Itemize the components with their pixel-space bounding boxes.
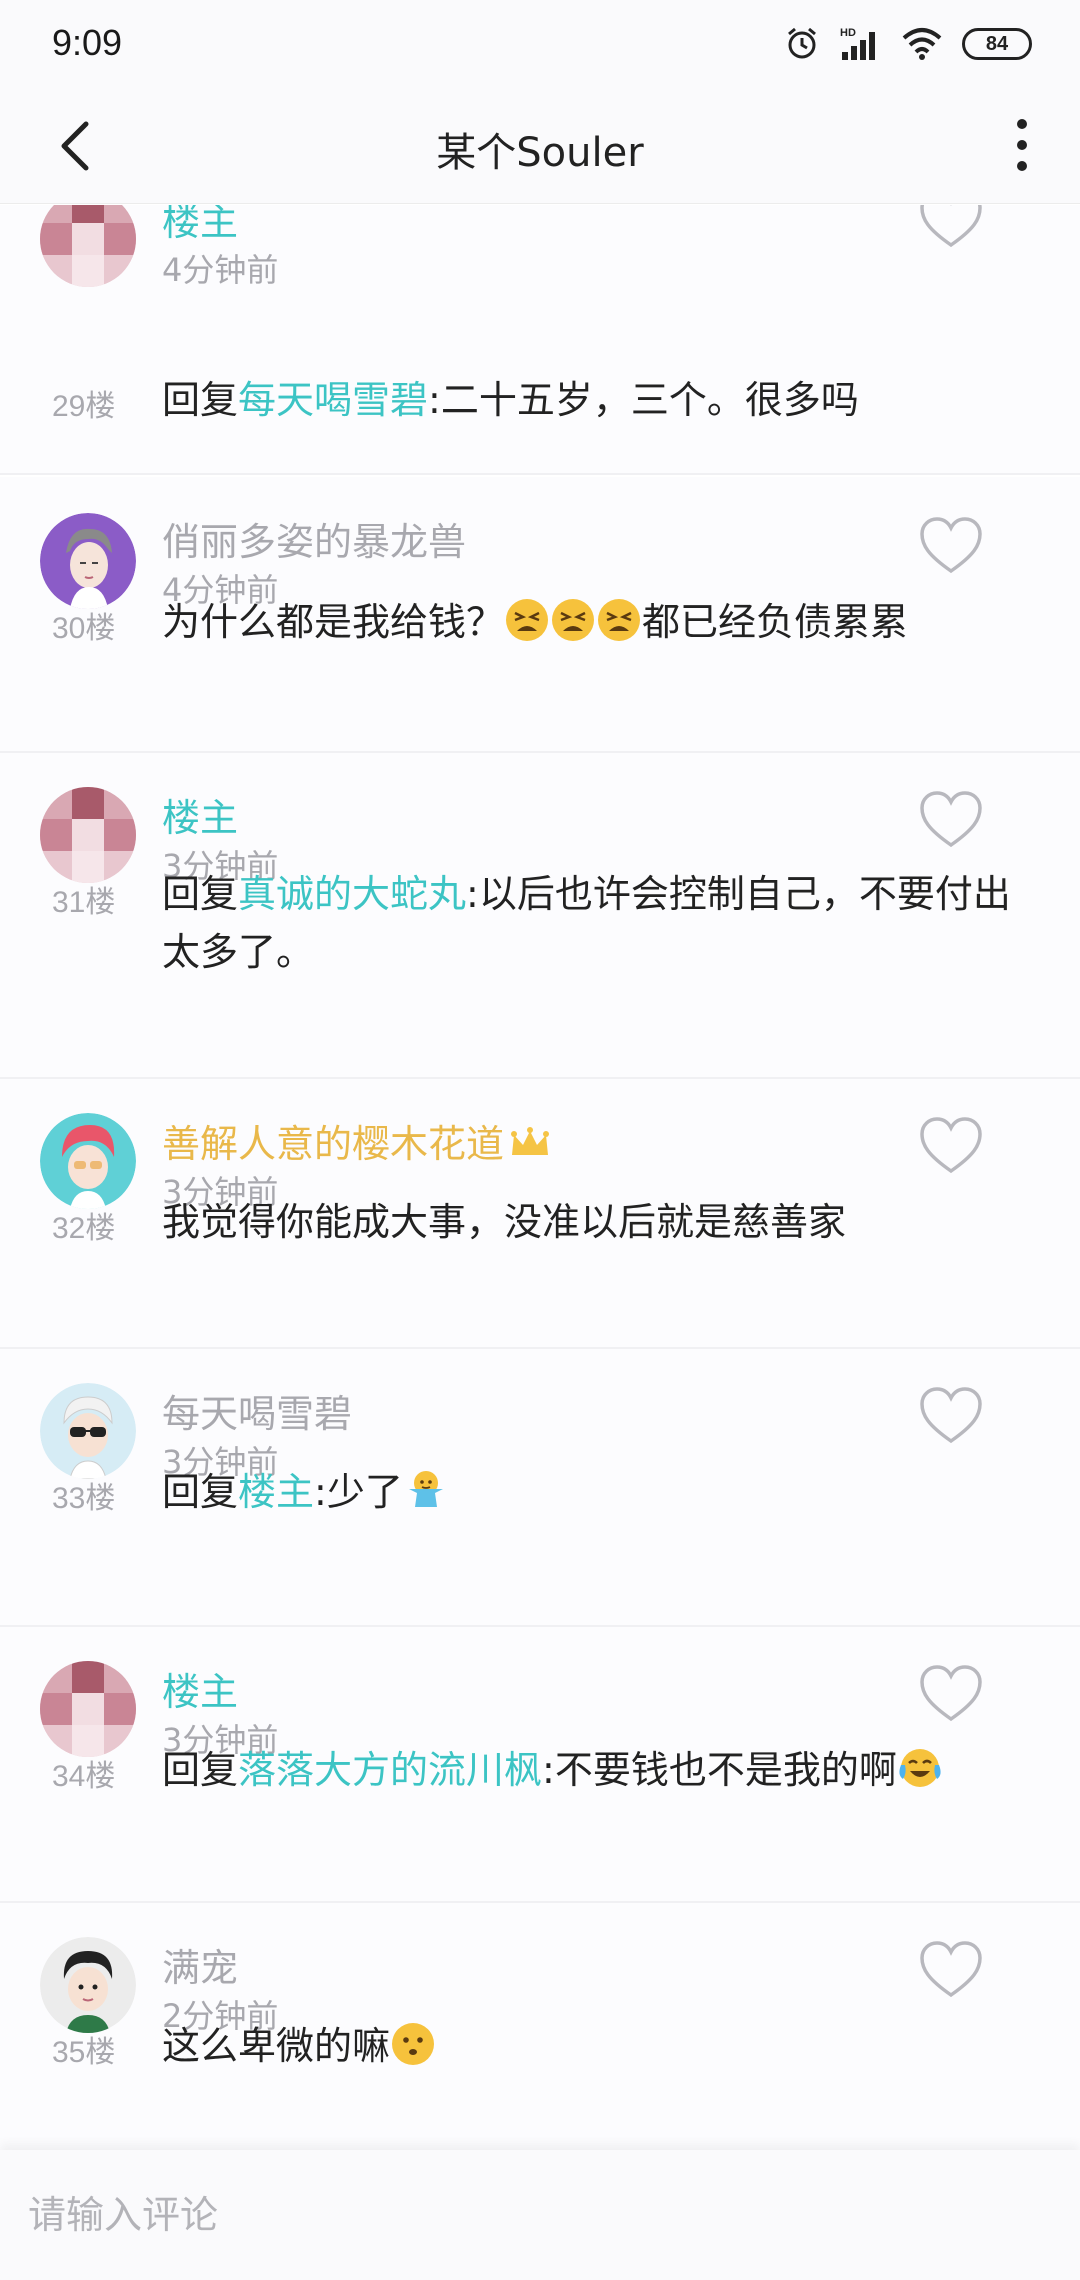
shrug-emoji [408, 1471, 443, 1507]
heart-icon [920, 1941, 982, 1998]
signal-icon: HD [840, 27, 875, 60]
username[interactable]: 善解人意的樱木花道 [162, 1113, 552, 1168]
like-button[interactable] [918, 789, 984, 851]
avatar-image [40, 1937, 136, 2033]
nav-bar: 某个Souler [0, 86, 1080, 204]
heart-icon [920, 1117, 982, 1174]
comment-content: 回复楼主:少了 [162, 1463, 1042, 1521]
comment-text: :不要钱也不是我的啊 [542, 1748, 897, 1792]
avatar-image [40, 1383, 136, 1479]
mention-link[interactable]: 落落大方的流川枫 [238, 1748, 542, 1792]
comment-item: 满宠 2分钟前 35楼 这么卑微的嘛 [0, 1903, 1080, 2150]
reply-prefix: 回复 [162, 1470, 239, 1514]
username[interactable]: 楼主 [162, 205, 238, 246]
status-icons: HD 84 [784, 22, 1032, 66]
username[interactable]: 楼主 [162, 1661, 238, 1716]
username[interactable]: 满宠 [162, 1937, 238, 1992]
comment-content: 回复真诚的大蛇丸:以后也许会控制自己，不要付出太多了。 [162, 865, 1042, 981]
floor-number: 31楼 [52, 886, 116, 919]
tired-face-emoji [598, 599, 641, 641]
hd-label: HD [840, 27, 856, 39]
page-title: 某个Souler [436, 130, 644, 176]
comment-input-bar [0, 2150, 1080, 2280]
floor-number: 33楼 [52, 1482, 116, 1515]
comment-text: :二十五岁，三个。很多吗 [428, 378, 859, 422]
comment-list[interactable]: 楼主 4分钟前 29楼 回复每天喝雪碧:二十五岁，三个。很多吗 俏丽多姿的暴龙兽… [0, 205, 1080, 2150]
avatar-image [40, 1113, 136, 1209]
heart-icon [920, 205, 982, 248]
comment-content: 为什么都是我给钱？ 都已经负债累累 [162, 593, 1042, 651]
avatar[interactable] [40, 205, 136, 287]
like-button[interactable] [918, 1115, 984, 1177]
tired-face-emoji [552, 599, 595, 641]
avatar[interactable] [40, 787, 136, 883]
floor-number: 35楼 [52, 2036, 116, 2069]
floor-number: 34楼 [52, 1760, 116, 1793]
username[interactable]: 楼主 [162, 787, 238, 842]
tired-face-emoji [506, 599, 549, 641]
comment-item: 楼主 4分钟前 29楼 回复每天喝雪碧:二十五岁，三个。很多吗 [0, 205, 1080, 475]
comment-item: 善解人意的樱木花道 3分钟前 32楼 我觉得你能成大事，没准以后就是慈善家 [0, 1079, 1080, 1349]
wifi-icon [902, 28, 942, 60]
floor-number: 29楼 [52, 390, 116, 423]
timestamp: 4分钟前 [162, 251, 279, 289]
mention-link[interactable]: 真诚的大蛇丸 [238, 872, 466, 916]
pixelated-avatar-image [40, 205, 136, 287]
comment-content: 回复落落大方的流川枫:不要钱也不是我的啊 [162, 1741, 1042, 1799]
floor-number: 32楼 [52, 1212, 116, 1245]
reply-prefix: 回复 [162, 378, 239, 422]
more-options-button[interactable] [992, 112, 1052, 178]
comment-content: 回复每天喝雪碧:二十五岁，三个。很多吗 [162, 371, 1042, 429]
pixelated-avatar-image [40, 787, 136, 883]
hushed-face-emoji [392, 2023, 435, 2065]
comment-item: 楼主 3分钟前 34楼 回复落落大方的流川枫:不要钱也不是我的啊 [0, 1627, 1080, 1903]
reply-prefix: 回复 [162, 1748, 239, 1792]
comment-item: 俏丽多姿的暴龙兽 4分钟前 30楼 为什么都是我给钱？ 都已经负债累累 [0, 477, 1080, 753]
username[interactable]: 俏丽多姿的暴龙兽 [162, 511, 466, 566]
comment-input[interactable] [28, 2180, 1048, 2250]
battery-indicator: 84 [962, 28, 1032, 60]
avatar[interactable] [40, 1661, 136, 1757]
like-button[interactable] [918, 515, 984, 577]
comment-content: 这么卑微的嘛 [162, 2017, 1042, 2075]
username-text: 善解人意的樱木花道 [162, 1122, 505, 1166]
status-bar: 9:09 HD 84 [0, 0, 1080, 86]
heart-icon [920, 1665, 982, 1722]
mention-link[interactable]: 每天喝雪碧 [238, 378, 428, 422]
like-button[interactable] [918, 1663, 984, 1725]
mention-link[interactable]: 楼主 [238, 1470, 314, 1514]
avatar[interactable] [40, 1113, 136, 1209]
comment-content: 我觉得你能成大事，没准以后就是慈善家 [162, 1200, 847, 1244]
avatar[interactable] [40, 1937, 136, 2033]
avatar-image [40, 513, 136, 609]
like-button[interactable] [918, 1385, 984, 1447]
status-time: 9:09 [52, 22, 123, 63]
like-button[interactable] [918, 205, 984, 251]
more-vertical-icon [1017, 119, 1027, 171]
floor-number: 30楼 [52, 612, 116, 645]
username[interactable]: 每天喝雪碧 [162, 1383, 352, 1438]
crown-icon [511, 1127, 550, 1155]
alarm-icon [788, 27, 816, 59]
comment-text: 为什么都是我给钱？ [162, 600, 505, 644]
comment-text: :少了 [314, 1470, 403, 1514]
avatar[interactable] [40, 1383, 136, 1479]
avatar[interactable] [40, 513, 136, 609]
comment-item: 楼主 3分钟前 31楼 回复真诚的大蛇丸:以后也许会控制自己，不要付出太多了。 [0, 753, 1080, 1079]
heart-icon [920, 1387, 982, 1444]
tears-of-joy-emoji [899, 1749, 941, 1787]
heart-icon [920, 517, 982, 574]
comment-item: 每天喝雪碧 3分钟前 33楼 回复楼主:少了 [0, 1349, 1080, 1627]
reply-prefix: 回复 [162, 872, 239, 916]
comment-text: 都已经负债累累 [642, 600, 909, 644]
like-button[interactable] [918, 1939, 984, 2001]
comment-text: 这么卑微的嘛 [162, 2024, 391, 2068]
heart-icon [920, 791, 982, 848]
pixelated-avatar-image [40, 1661, 136, 1757]
